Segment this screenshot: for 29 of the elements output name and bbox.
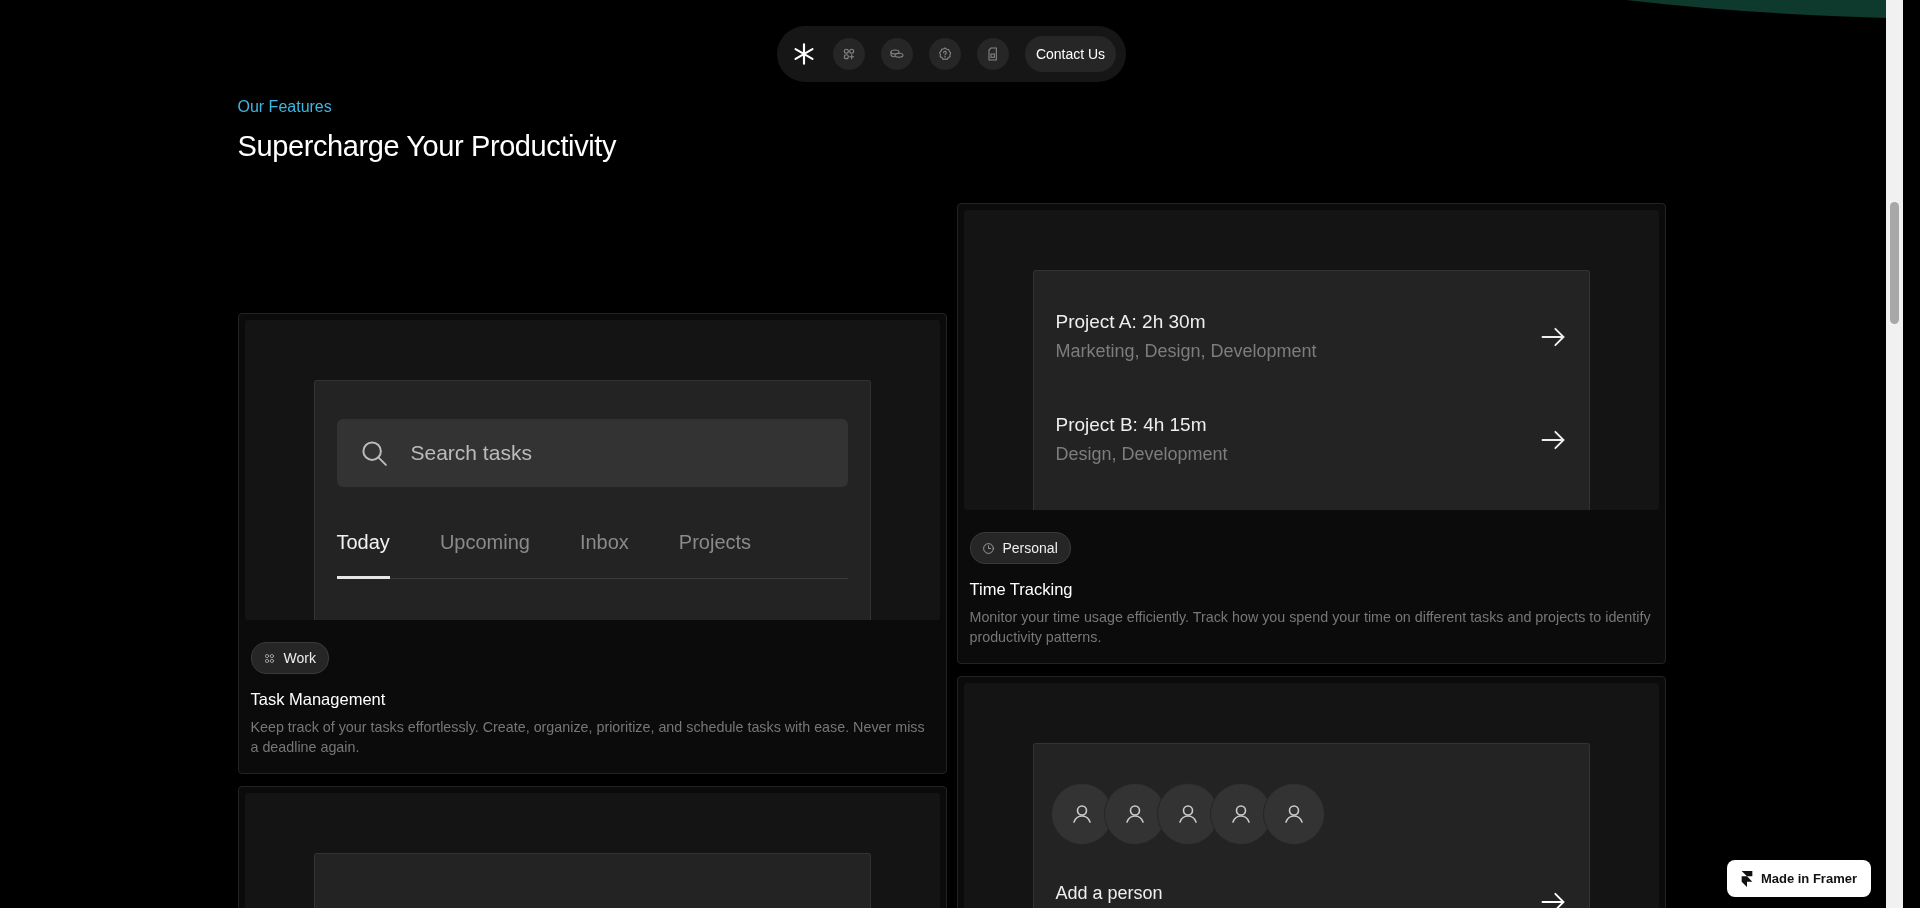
framer-logo-icon	[1740, 870, 1753, 887]
tab[interactable]: Projects	[678, 531, 752, 579]
feature-title: Time Tracking	[969, 580, 1073, 599]
help-button[interactable]	[928, 38, 961, 70]
coins-button[interactable]	[880, 38, 913, 70]
project-name: Project B: 4h 15m	[1055, 414, 1208, 436]
feature-title: Task Management	[250, 690, 386, 709]
document-button[interactable]	[976, 38, 1009, 70]
contact-us-button[interactable]: Contact Us	[1024, 36, 1117, 72]
tag-label: Work	[283, 650, 316, 666]
project-name: Project A: 2h 30m	[1055, 311, 1207, 333]
section-heading: Supercharge Your Productivity	[237, 130, 618, 163]
project-tags: Design, Development	[1055, 444, 1228, 465]
help-icon	[936, 46, 953, 62]
feature-description: Keep track of your tasks effortlessly. Create, organize, prioritize, and schedule tasks with ease. Never miss a deadline again.	[250, 718, 926, 757]
feature-description: Monitor your time usage efficiently. Track how you spend your time on different tasks and projects to identify productivity patterns.	[969, 608, 1652, 647]
add-person-label: Add a person	[1055, 882, 1163, 904]
apps-button[interactable]	[832, 38, 865, 70]
search-field[interactable]: Search tasks	[336, 419, 848, 487]
clock-icon	[981, 541, 995, 555]
section-eyebrow: Our Features	[237, 98, 333, 116]
tab[interactable]: Inbox	[579, 531, 629, 579]
tag-label: Personal	[1002, 540, 1058, 556]
project-tags: Marketing, Design, Development	[1055, 341, 1317, 362]
scrollbar[interactable]	[1886, 0, 1903, 908]
made-in-framer-badge[interactable]: Made in Framer	[1726, 860, 1871, 897]
tab[interactable]: Today	[336, 531, 390, 579]
tab[interactable]: Upcoming	[439, 531, 530, 579]
grid-icon	[262, 651, 276, 665]
